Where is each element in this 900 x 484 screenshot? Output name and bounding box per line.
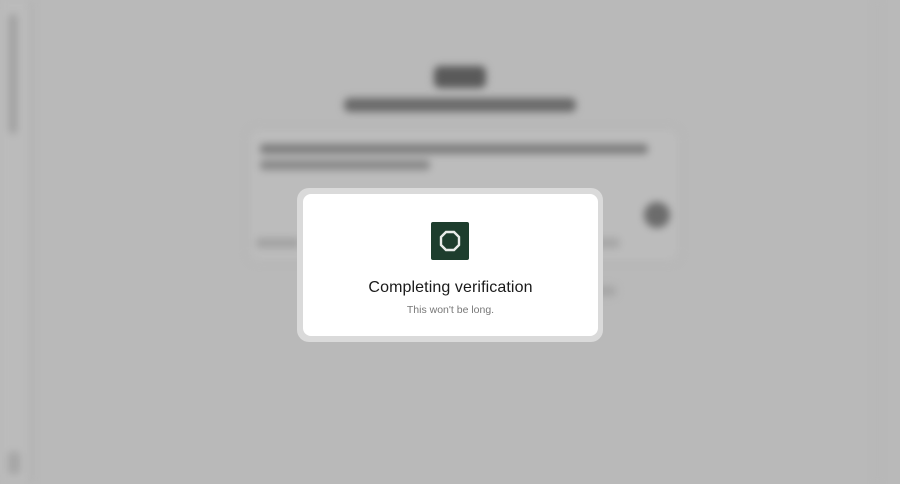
verification-shield-icon [431,222,469,260]
sidebar [0,0,32,484]
sidebar-nav-blurred [9,14,17,134]
send-button-blurred [644,202,670,228]
modal-title: Completing verification [368,279,533,296]
prompt-chip-blurred [256,238,300,248]
page-heading-blurred [344,98,576,112]
sidebar-bottom-blurred [8,452,20,474]
verification-modal: Completing verification This won't be lo… [303,194,598,336]
prompt-text-blurred [260,144,648,154]
right-edge [877,0,900,484]
page: Completing verification This won't be lo… [0,0,900,484]
modal-subtitle: This won't be long. [406,304,495,316]
app-logo-blurred [434,66,486,88]
prompt-text-blurred-2 [260,160,430,170]
